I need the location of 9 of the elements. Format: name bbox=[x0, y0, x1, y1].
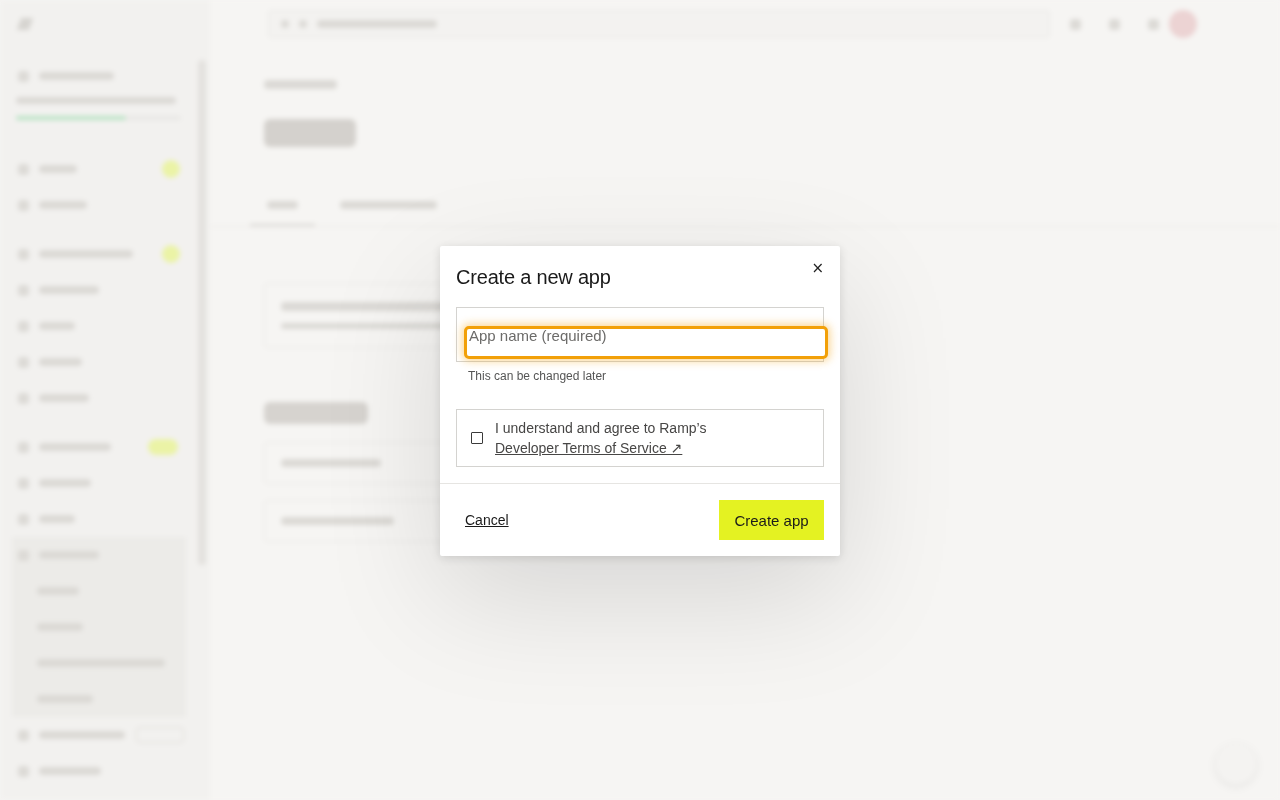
cancel-button[interactable]: Cancel bbox=[456, 512, 509, 528]
close-button[interactable]: × bbox=[809, 260, 826, 276]
create-app-button[interactable]: Create app bbox=[719, 500, 824, 540]
terms-link[interactable]: Developer Terms of Service ↗ bbox=[495, 440, 683, 456]
agreement-checkbox[interactable] bbox=[471, 432, 483, 444]
dialog-title: Create a new app bbox=[456, 265, 611, 289]
app-name-field[interactable]: App name (required) bbox=[464, 326, 828, 359]
field-hint: This can be changed later bbox=[468, 369, 607, 383]
agreement-text: I understand and agree to Ramp’s Developer Terms of Service ↗ bbox=[495, 419, 708, 458]
